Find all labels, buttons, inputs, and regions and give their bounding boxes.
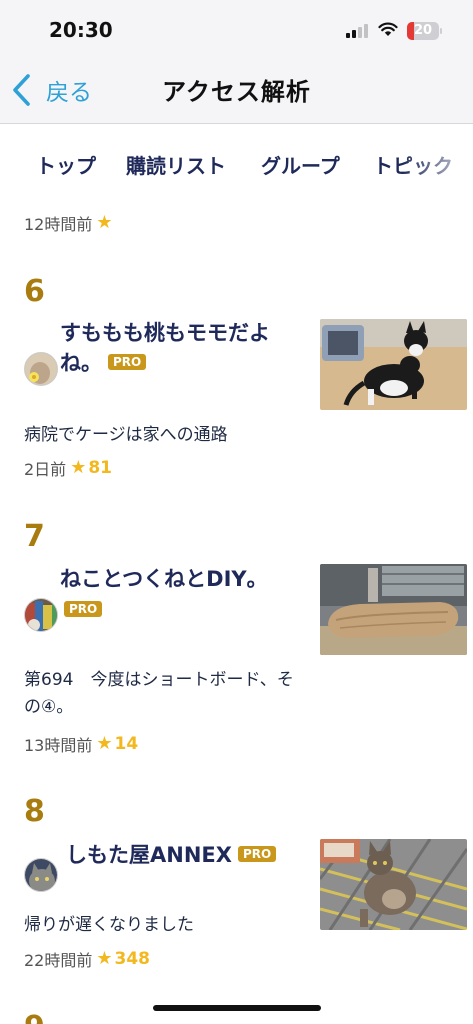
- blog-name[interactable]: しもた屋ANNEX PRO: [66, 840, 306, 870]
- entry-meta: 12時間前 ★: [24, 211, 113, 235]
- home-indicator[interactable]: [153, 1005, 321, 1011]
- cellular-signal-icon: [346, 24, 370, 38]
- entry-title[interactable]: 病院でケージは家への通路: [24, 422, 294, 449]
- avatar[interactable]: [24, 598, 58, 632]
- entry-time: 12時間前: [24, 215, 93, 234]
- star-icon: ★: [96, 948, 113, 969]
- entry-meta: 22時間前 ★ 348: [24, 947, 150, 971]
- tab-topics[interactable]: トピック: [373, 150, 453, 179]
- battery-level: 20: [413, 23, 433, 38]
- pro-badge: PRO: [108, 354, 147, 370]
- entry-title[interactable]: 第694 今度はショートボード、その④。: [24, 667, 294, 721]
- status-time: 20:30: [49, 18, 113, 42]
- tab-bar: トップ 購読リスト グループ トピック: [0, 124, 473, 200]
- avatar[interactable]: [24, 858, 58, 892]
- blog-name-text: すももも桃もモモだよね。: [60, 321, 270, 375]
- entry-meta: 2日前 ★ 81: [24, 456, 112, 480]
- wifi-icon: [378, 22, 398, 36]
- star-count: 81: [88, 458, 112, 478]
- entry-thumbnail[interactable]: [320, 319, 467, 410]
- rank-number: 7: [24, 519, 45, 554]
- entry-thumbnail[interactable]: [320, 564, 467, 655]
- entry-time: 2日前: [24, 460, 67, 479]
- tab-top[interactable]: トップ: [36, 150, 96, 179]
- star-icon: ★: [96, 733, 113, 754]
- entry-time: 22時間前: [24, 951, 93, 970]
- pro-badge: PRO: [237, 846, 277, 862]
- navigation-bar: 戻る アクセス解析: [0, 60, 473, 124]
- page-title: アクセス解析: [162, 78, 311, 106]
- pro-badge: PRO: [64, 601, 103, 617]
- battery-icon: 20: [407, 22, 442, 40]
- blog-name[interactable]: ねことつくねとDIY。: [60, 564, 300, 594]
- entry-time: 13時間前: [24, 736, 93, 755]
- entry-thumbnail[interactable]: [320, 839, 467, 930]
- tab-groups[interactable]: グループ: [261, 150, 340, 179]
- blog-name-text: ねことつくねとDIY。: [60, 567, 268, 591]
- rank-number: 6: [24, 274, 45, 309]
- entry-meta: 13時間前 ★ 14: [24, 732, 138, 756]
- blog-name-text: しもた屋ANNEX: [66, 843, 232, 867]
- entry-title[interactable]: 帰りが遅くなりました: [24, 912, 294, 939]
- rank-number: 9: [24, 1010, 45, 1024]
- rank-number: 8: [24, 794, 45, 829]
- star-icon: ★: [70, 457, 87, 478]
- blog-name[interactable]: すももも桃もモモだよね。 PRO: [60, 318, 300, 378]
- star-count: 14: [114, 734, 139, 754]
- avatar[interactable]: [24, 352, 58, 386]
- tab-subscriptions[interactable]: 購読リスト: [126, 150, 226, 179]
- star-icon: ★: [96, 212, 113, 233]
- status-bar: 20:30 20: [0, 0, 473, 60]
- star-count: 348: [114, 949, 151, 969]
